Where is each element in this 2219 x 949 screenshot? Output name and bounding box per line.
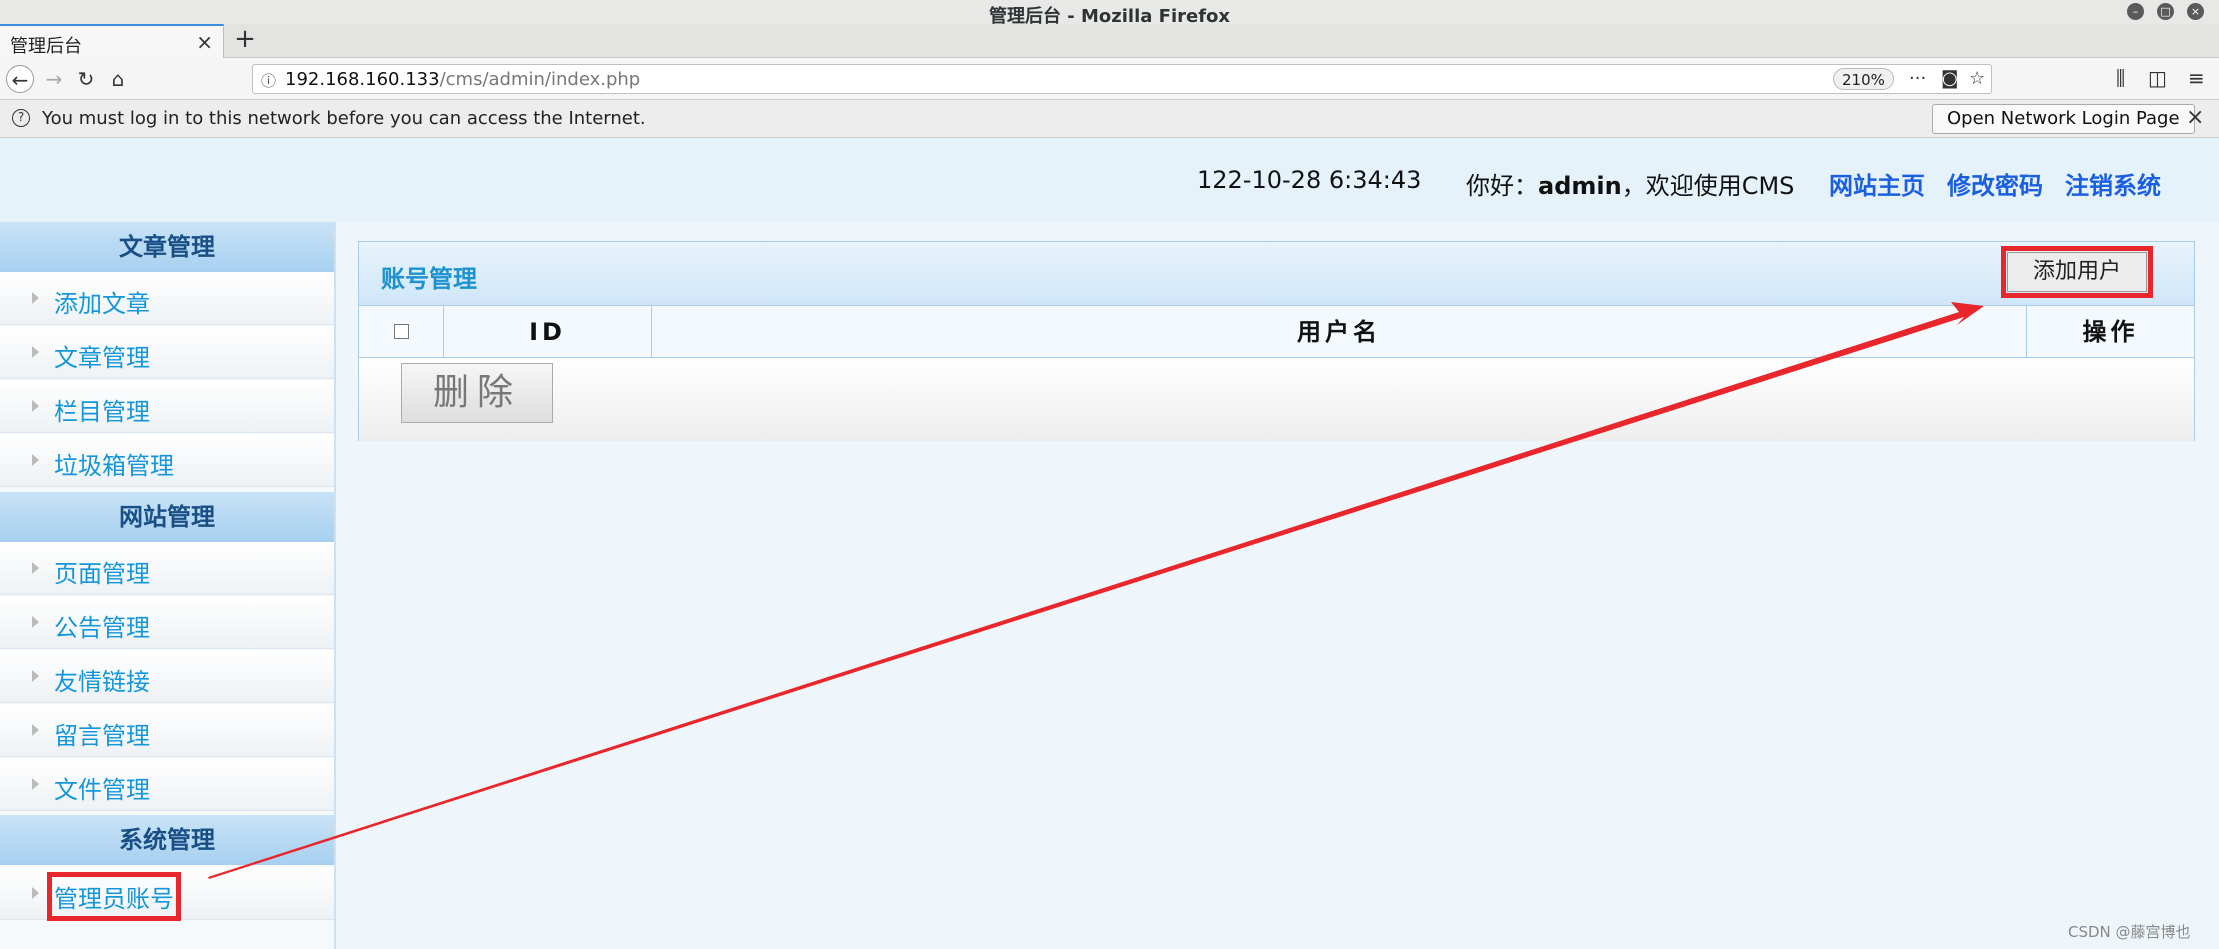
panel-header: 账号管理 添加用户 <box>359 242 2194 306</box>
header-username: admin <box>1538 172 1622 200</box>
change-password-link[interactable]: 修改密码 <box>1947 166 2043 201</box>
new-tab-button[interactable]: + <box>230 24 260 54</box>
open-login-page-button[interactable]: Open Network Login Page <box>1932 104 2195 134</box>
minimize-icon[interactable]: – <box>2127 3 2144 20</box>
site-home-link[interactable]: 网站主页 <box>1829 166 1925 201</box>
sidebar-item-trash-management[interactable]: 垃圾箱管理 <box>0 434 334 487</box>
bullet-arrow-icon <box>32 616 39 628</box>
maximize-icon[interactable]: □ <box>2157 3 2174 20</box>
tab-strip: 管理后台 × + <box>0 24 2219 58</box>
bullet-arrow-icon <box>32 670 39 682</box>
zoom-level-badge[interactable]: 210% <box>1833 68 1894 90</box>
window-titlebar: 管理后台 - Mozilla Firefox – □ × <box>0 0 2219 27</box>
tab-active[interactable]: 管理后台 × <box>0 24 224 58</box>
info-icon[interactable]: ⓘ <box>261 70 276 91</box>
url-bar[interactable]: ⓘ 192.168.160.133/cms/admin/index.php 21… <box>252 64 1992 94</box>
header-datetime: 122-10-28 6:34:43 <box>1197 166 1422 194</box>
add-user-button[interactable]: 添加用户 <box>2001 246 2153 298</box>
column-header-id: ID <box>444 306 652 358</box>
sidebar-item-friend-links[interactable]: 友情链接 <box>0 650 334 703</box>
sidebar-icon[interactable]: ◫ <box>2148 66 2167 90</box>
bullet-arrow-icon <box>32 778 39 790</box>
notification-text: You must log in to this network before y… <box>42 108 646 129</box>
sidebar-section-articles[interactable]: 文章管理 <box>0 222 334 272</box>
library-icon[interactable]: ⫼ <box>2116 66 2125 90</box>
bullet-arrow-icon <box>32 724 39 736</box>
sidebar: 文章管理 添加文章 文章管理 栏目管理 垃圾箱管理 网站管理 页面管理 公告管理… <box>0 222 336 949</box>
web-page: 122-10-28 6:34:43 你好：admin，欢迎使用CMS 网站主页 … <box>0 138 2219 949</box>
sidebar-item-admin-accounts[interactable]: 管理员账号 <box>0 867 334 921</box>
close-icon[interactable]: × <box>2187 3 2204 20</box>
bullet-arrow-icon <box>32 562 39 574</box>
url-text: 192.168.160.133/cms/admin/index.php <box>285 69 641 90</box>
bullet-arrow-icon <box>32 292 39 304</box>
tab-label: 管理后台 <box>10 36 82 57</box>
sidebar-item-article-management[interactable]: 文章管理 <box>0 326 334 379</box>
menu-icon[interactable]: ≡ <box>2188 66 2205 90</box>
bullet-arrow-icon <box>32 400 39 412</box>
sidebar-item-message-management[interactable]: 留言管理 <box>0 704 334 757</box>
delete-button[interactable]: 删除 <box>401 363 553 423</box>
panel-title: 账号管理 <box>381 265 477 293</box>
captive-portal-notification: ? You must log in to this network before… <box>0 100 2219 138</box>
home-icon[interactable]: ⌂ <box>104 65 132 93</box>
sidebar-section-system[interactable]: 系统管理 <box>0 815 334 865</box>
sidebar-item-notice-management[interactable]: 公告管理 <box>0 596 334 649</box>
more-icon[interactable]: ··· <box>1909 68 1926 89</box>
navigation-toolbar: ← → ↻ ⌂ ⓘ 192.168.160.133/cms/admin/inde… <box>0 58 2219 100</box>
select-all-checkbox[interactable] <box>394 324 409 339</box>
watermark: CSDN @藤宫博也 <box>2068 923 2191 941</box>
reload-icon[interactable]: ↻ <box>72 65 100 93</box>
sidebar-item-add-article[interactable]: 添加文章 <box>0 272 334 325</box>
table-footer: 删除 <box>359 359 2194 441</box>
forward-icon[interactable]: → <box>40 65 68 93</box>
account-management-panel: 账号管理 添加用户 ID 用户名 操作 删除 <box>358 241 2195 441</box>
notification-close-icon[interactable]: × <box>2186 105 2204 130</box>
pocket-icon[interactable]: ◙ <box>1941 68 1958 89</box>
bullet-arrow-icon <box>32 346 39 358</box>
bookmark-star-icon[interactable]: ☆ <box>1969 68 1985 89</box>
tab-close-icon[interactable]: × <box>196 30 213 54</box>
sidebar-item-category-management[interactable]: 栏目管理 <box>0 380 334 433</box>
column-header-username: 用户名 <box>652 306 2027 358</box>
logout-link[interactable]: 注销系统 <box>2065 166 2161 201</box>
sidebar-section-website[interactable]: 网站管理 <box>0 492 334 542</box>
help-icon: ? <box>12 109 30 127</box>
page-header: 122-10-28 6:34:43 你好：admin，欢迎使用CMS 网站主页 … <box>0 138 2219 222</box>
sidebar-item-page-management[interactable]: 页面管理 <box>0 542 334 595</box>
back-icon[interactable]: ← <box>6 65 34 93</box>
bullet-arrow-icon <box>32 454 39 466</box>
table-header-row: ID 用户名 操作 <box>359 306 2194 358</box>
bullet-arrow-icon <box>32 887 39 899</box>
sidebar-item-file-management[interactable]: 文件管理 <box>0 758 334 811</box>
select-all-cell <box>359 306 444 358</box>
header-greeting: 你好：admin，欢迎使用CMS <box>1466 172 1795 200</box>
column-header-actions: 操作 <box>2082 318 2139 346</box>
